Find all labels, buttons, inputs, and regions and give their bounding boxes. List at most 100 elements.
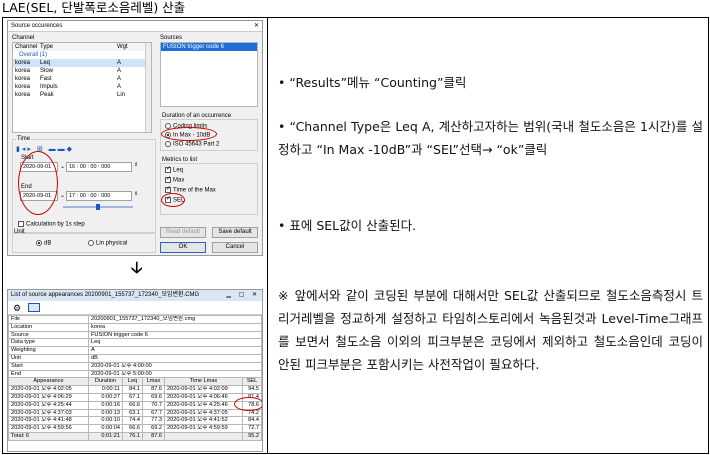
info-label: Location bbox=[8, 322, 89, 332]
channel-row[interactable]: korea Fast A bbox=[13, 75, 151, 83]
col-appearance-header[interactable]: Appearance bbox=[8, 377, 89, 387]
type-cell: Peak bbox=[40, 92, 54, 98]
dur-option-label: ISO 45643 Part 2 bbox=[173, 141, 220, 148]
table-row[interactable]: 2020-09-01 오후 4:02:05 0:00:11 84.1 87.6 2020… bbox=[8, 385, 262, 394]
wgt-cell: A bbox=[117, 76, 122, 82]
dialog-titlebar: Source occurences ✕ bbox=[8, 21, 262, 32]
appearance-cell: 2020-09-01 오후 4:41:48 bbox=[8, 416, 89, 426]
channel-row[interactable]: korea Impuls A bbox=[13, 83, 151, 91]
total-lmax: 87.6 bbox=[142, 431, 165, 441]
info-row: Location korea bbox=[8, 322, 262, 332]
info-row: Data type Leq bbox=[8, 338, 262, 348]
spin-icon[interactable]: ⇕ bbox=[134, 191, 138, 197]
sel-column-highlight bbox=[234, 397, 262, 411]
overall-group[interactable]: Overall (1) bbox=[13, 51, 151, 59]
sources-label: Sources bbox=[160, 35, 183, 41]
appearance-cell: 2020-09-01 오후 4:37:03 bbox=[8, 408, 89, 418]
chevron-down-icon[interactable]: ⌄ bbox=[60, 192, 65, 199]
col-type-header: Type bbox=[40, 44, 54, 50]
duration-cell: 0:00:11 bbox=[88, 385, 123, 394]
info-row: Weighting A bbox=[8, 346, 262, 355]
content-table: Source occurences ✕ Channel Channel Type… bbox=[2, 17, 709, 454]
lmax-cell: 70.7 bbox=[142, 400, 165, 410]
unit-group bbox=[12, 233, 156, 253]
time-toolbar-icons[interactable]: ▮◂▸ ⊞ ▬▬◆ bbox=[16, 145, 74, 153]
total-duration: 0:01:21 bbox=[88, 431, 123, 441]
wgt-cell: A bbox=[117, 68, 122, 74]
info-label: End bbox=[8, 369, 89, 379]
time-lmax-cell: 2020-09-01 오후 4:06:46 bbox=[164, 392, 243, 402]
info-value: FUSION trigger code 6 bbox=[88, 330, 262, 340]
dur-option-iso[interactable]: ISO 45643 Part 2 bbox=[165, 141, 219, 148]
export-icon[interactable] bbox=[28, 303, 40, 312]
list-scrollbar[interactable] bbox=[145, 43, 151, 132]
metric-max-checkbox[interactable]: Max bbox=[165, 175, 184, 184]
results-table: File 20200901_155737_172340_모임변환.cmg Loca… bbox=[8, 315, 262, 441]
info-value: 2020-09-01 오후 5:00:00 bbox=[88, 369, 262, 379]
sources-list[interactable]: FUSION trigger code 6 bbox=[160, 42, 258, 107]
calc-1s-label: Calculation by 1s step bbox=[26, 221, 85, 228]
end-time-field[interactable]: 17 : 00 : 00 : 000 bbox=[66, 191, 132, 201]
unit-db-radio[interactable]: dB bbox=[36, 240, 51, 247]
instruction-1: • “Results”메뉴 “Counting”클릭 bbox=[278, 75, 467, 90]
start-time-field[interactable]: 16 : 00 : 00 : 000 bbox=[66, 162, 132, 172]
leq-cell: 66.6 bbox=[122, 400, 143, 410]
metric-label: Time of the Max bbox=[173, 187, 216, 194]
col-duration-header[interactable]: Duration bbox=[88, 377, 123, 387]
ok-button[interactable]: OK bbox=[160, 242, 206, 253]
down-arrow-icon: 🡣 bbox=[131, 258, 143, 277]
results-toolbar: ⚙ bbox=[8, 301, 262, 315]
save-default-button[interactable]: Save default bbox=[212, 227, 258, 238]
time-slider-thumb[interactable] bbox=[96, 204, 100, 210]
table-row[interactable]: 2020-09-01 오후 4:41:48 0:00:10 74.4 77.3 2020… bbox=[8, 416, 262, 426]
type-cell: Fast bbox=[40, 76, 52, 82]
channel-row[interactable]: korea Leq A bbox=[13, 59, 151, 67]
close-icon[interactable]: ✕ bbox=[254, 21, 259, 32]
table-row[interactable]: 2020-09-01 오후 4:06:29 0:00:27 67.1 69.6 2020… bbox=[8, 392, 262, 402]
unit-lin-radio[interactable]: Lin physical bbox=[88, 240, 127, 247]
table-row[interactable]: 2020-09-01 오후 4:25:44 0:00:16 66.6 70.7 2020… bbox=[8, 400, 262, 410]
inmax-highlight bbox=[161, 127, 217, 141]
col-lmax-header[interactable]: Lmax bbox=[142, 377, 165, 387]
info-value: korea bbox=[88, 322, 262, 332]
info-value: 20200901_155737_172340_모임변환.cmg bbox=[88, 315, 262, 324]
calc-1s-checkbox[interactable]: Calculation by 1s step bbox=[18, 221, 85, 228]
time-lmax-cell: 2020-09-01 오후 4:59:59 bbox=[164, 424, 243, 433]
chevron-down-icon[interactable]: ⌄ bbox=[60, 163, 65, 170]
appearance-cell: 2020-09-01 오후 4:06:29 bbox=[8, 392, 89, 402]
gear-icon[interactable]: ⚙ bbox=[13, 303, 21, 314]
sources-item[interactable]: FUSION trigger code 6 bbox=[161, 43, 257, 51]
info-row: Unit dB bbox=[8, 353, 262, 363]
cancel-button[interactable]: Cancel bbox=[212, 242, 258, 253]
duration-cell: 0:00:27 bbox=[88, 392, 123, 402]
leq-cell: 74.4 bbox=[122, 416, 143, 426]
channel-row[interactable]: korea Slow A bbox=[13, 67, 151, 75]
read-default-button[interactable]: Read default bbox=[160, 227, 206, 238]
col-sel-header[interactable]: SEL bbox=[242, 377, 262, 387]
lmax-cell: 87.6 bbox=[142, 385, 165, 394]
lmax-cell: 67.7 bbox=[142, 408, 165, 418]
instruction-3: • 표에 SEL값이 산출된다. bbox=[278, 218, 417, 233]
metric-leq-checkbox[interactable]: Leq bbox=[165, 165, 184, 174]
info-row: Start 2020-09-01 오후 4:00:00 bbox=[8, 361, 262, 371]
total-row: Total: 6 0:01:21 76.1 87.6 95.2 bbox=[8, 431, 262, 441]
sel-cell: 84.4 bbox=[242, 416, 262, 426]
col-time-lmax-header[interactable]: Time Lmax bbox=[164, 377, 243, 387]
metric-label: Leq bbox=[173, 167, 184, 174]
sel-cell: 94.5 bbox=[242, 385, 262, 394]
channel-list[interactable]: Channel Type Wgt Overall (1) korea Leq A… bbox=[12, 42, 152, 133]
appearance-cell: 2020-09-01 오후 4:02:05 bbox=[8, 385, 89, 394]
instruction-2: • “Channel Type은 Leq A, 계산하고자하는 범위(국내 철도… bbox=[278, 119, 703, 157]
total-leq: 76.1 bbox=[122, 431, 143, 441]
col-channel-header: Channel bbox=[15, 44, 38, 50]
unit-option-label: Lin physical bbox=[96, 240, 128, 247]
table-row[interactable]: 2020-09-01 오후 4:37:03 0:00:13 63.1 67.7 2020… bbox=[8, 408, 262, 418]
channel-row[interactable]: korea Peak Lin bbox=[13, 91, 151, 99]
source-occurrences-dialog: Source occurences ✕ Channel Channel Type… bbox=[7, 20, 263, 256]
wgt-cell: Lin bbox=[117, 92, 126, 98]
col-leq-header[interactable]: Leq bbox=[122, 377, 143, 387]
duration-cell: 0:00:16 bbox=[88, 400, 123, 410]
window-buttons[interactable]: ▁ ▢ ✕ bbox=[226, 290, 260, 301]
spin-icon[interactable]: ⇕ bbox=[134, 162, 138, 168]
table-row[interactable]: 2020-09-01 오후 4:59:56 0:00:04 66.6 69.2 2020… bbox=[8, 424, 262, 433]
